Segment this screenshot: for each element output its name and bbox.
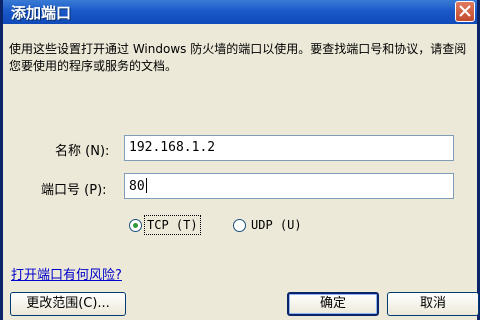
description-text: 使用这些设置打开通过 Windows 防火墙的端口以使用。要查找端口号和协议，请… bbox=[9, 42, 467, 73]
add-port-dialog: 添加端口 使用这些设置打开通过 Windows 防火墙的端口以使用。要查找端口号… bbox=[0, 0, 480, 320]
udp-radio-indicator[interactable] bbox=[233, 218, 246, 232]
name-input[interactable]: 192.168.1.2 bbox=[124, 135, 454, 161]
port-risk-link[interactable]: 打开端口有何风险? bbox=[11, 264, 122, 283]
close-button[interactable] bbox=[455, 1, 475, 22]
port-input[interactable]: 80 bbox=[124, 173, 454, 199]
cancel-button[interactable]: 取消 bbox=[387, 292, 479, 316]
tcp-radio-indicator[interactable] bbox=[129, 218, 142, 232]
name-label: 名称 (N): bbox=[55, 144, 110, 159]
tcp-radio-label: TCP (T) bbox=[144, 215, 201, 235]
port-label: 端口号 (P): bbox=[41, 183, 107, 198]
title-bar[interactable]: 添加端口 bbox=[3, 0, 477, 24]
window-title: 添加端口 bbox=[11, 4, 72, 22]
udp-radio[interactable]: UDP (U) bbox=[233, 218, 302, 232]
close-icon bbox=[459, 5, 471, 17]
ok-button[interactable]: 确定 bbox=[287, 292, 379, 316]
udp-radio-label: UDP (U) bbox=[251, 218, 302, 232]
change-scope-button[interactable]: 更改范围(C)... bbox=[10, 292, 126, 316]
text-caret bbox=[145, 178, 147, 193]
tcp-radio[interactable]: TCP (T) bbox=[129, 215, 201, 235]
